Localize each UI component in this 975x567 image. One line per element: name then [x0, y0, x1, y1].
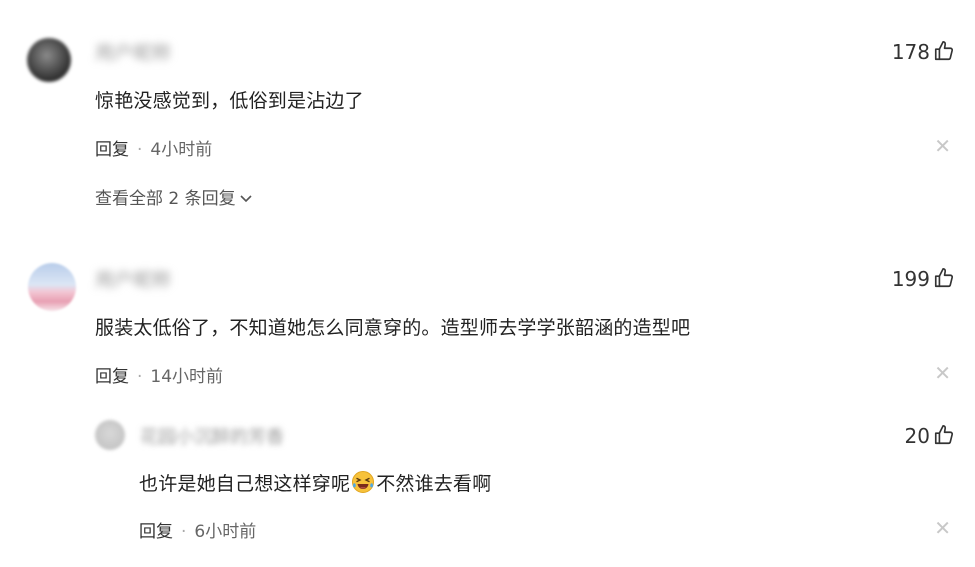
reply-button[interactable]: 回复: [139, 522, 173, 542]
comment-meta: 回复 · 14小时前: [95, 362, 223, 387]
reply-text-after: 不然谁去看啊: [376, 473, 492, 495]
reply-text: 也许是她自己想这样穿呢 不然谁去看啊: [139, 469, 491, 499]
comment-meta: 回复 · 4小时前: [95, 135, 212, 160]
reply-button[interactable]: 回复: [95, 367, 129, 387]
like-count: 199: [891, 267, 930, 291]
username[interactable]: 花园小沉醉的芳香: [140, 423, 284, 449]
view-all-replies-button[interactable]: 查看全部 2 条回复: [95, 184, 252, 209]
avatar[interactable]: [95, 420, 125, 450]
separator-dot: ·: [137, 367, 143, 387]
like-count: 20: [904, 424, 930, 448]
thumbs-up-icon: [933, 424, 955, 451]
timestamp: 6小时前: [194, 522, 257, 542]
like-button[interactable]: 178: [892, 40, 955, 67]
avatar[interactable]: [27, 38, 71, 82]
timestamp: 4小时前: [150, 140, 213, 160]
close-icon[interactable]: ✕: [934, 136, 951, 156]
thumbs-up-icon: [933, 40, 955, 67]
comment-meta: 回复 · 6小时前: [139, 517, 256, 542]
like-count: 178: [891, 40, 930, 64]
like-button[interactable]: 199: [892, 267, 955, 294]
reply-text-before: 也许是她自己想这样穿呢: [139, 473, 351, 495]
comment-text: 服装太低俗了，不知道她怎么同意穿的。造型师去学学张韶涵的造型吧: [95, 317, 691, 339]
username[interactable]: 用户昵称: [95, 38, 195, 65]
close-icon[interactable]: ✕: [934, 518, 951, 538]
separator-dot: ·: [181, 522, 187, 542]
timestamp: 14小时前: [150, 367, 224, 387]
reply-button[interactable]: 回复: [95, 140, 129, 160]
laughing-crying-emoji-icon: [351, 470, 375, 499]
chevron-down-icon: [240, 188, 252, 208]
close-icon[interactable]: ✕: [934, 363, 951, 383]
like-button[interactable]: 20: [905, 424, 955, 451]
view-all-replies-label: 查看全部 2 条回复: [95, 189, 236, 209]
comment-text: 惊艳没感觉到，低俗到是沾边了: [95, 90, 364, 112]
separator-dot: ·: [137, 140, 143, 160]
avatar[interactable]: [28, 263, 76, 311]
username[interactable]: 用户昵称: [95, 265, 195, 292]
thumbs-up-icon: [933, 267, 955, 294]
